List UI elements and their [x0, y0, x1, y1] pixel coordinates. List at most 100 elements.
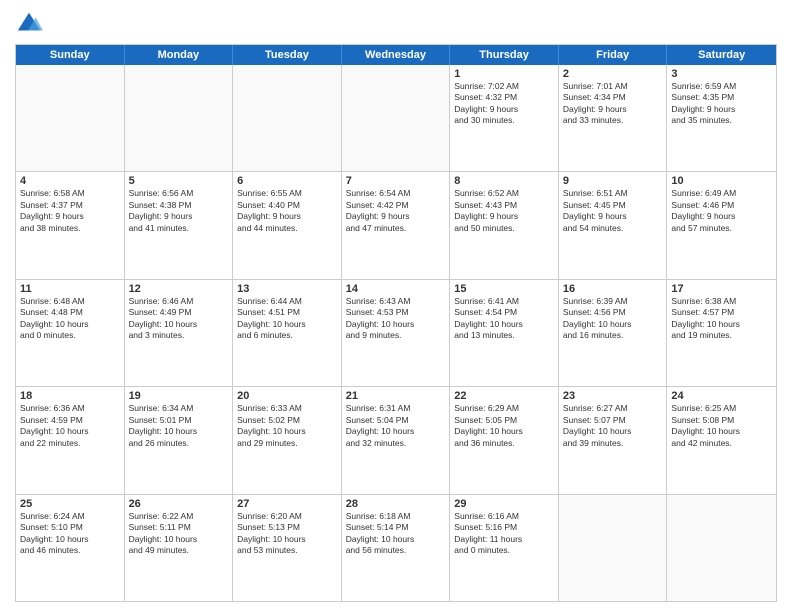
- day-number: 3: [671, 68, 772, 80]
- header-day-friday: Friday: [559, 45, 668, 65]
- day-number: 27: [237, 498, 337, 510]
- day-info: Sunrise: 6:59 AM Sunset: 4:35 PM Dayligh…: [671, 81, 772, 127]
- header-day-sunday: Sunday: [16, 45, 125, 65]
- calendar-cell: 20Sunrise: 6:33 AM Sunset: 5:02 PM Dayli…: [233, 387, 342, 493]
- day-info: Sunrise: 7:02 AM Sunset: 4:32 PM Dayligh…: [454, 81, 554, 127]
- day-info: Sunrise: 6:58 AM Sunset: 4:37 PM Dayligh…: [20, 188, 120, 234]
- calendar-cell: 12Sunrise: 6:46 AM Sunset: 4:49 PM Dayli…: [125, 280, 234, 386]
- day-number: 24: [671, 390, 772, 402]
- calendar-cell: 16Sunrise: 6:39 AM Sunset: 4:56 PM Dayli…: [559, 280, 668, 386]
- calendar-cell: 25Sunrise: 6:24 AM Sunset: 5:10 PM Dayli…: [16, 495, 125, 601]
- day-info: Sunrise: 6:43 AM Sunset: 4:53 PM Dayligh…: [346, 296, 446, 342]
- calendar-cell: 28Sunrise: 6:18 AM Sunset: 5:14 PM Dayli…: [342, 495, 451, 601]
- calendar-week-1: 1Sunrise: 7:02 AM Sunset: 4:32 PM Daylig…: [16, 65, 776, 172]
- day-number: 26: [129, 498, 229, 510]
- calendar-cell: 15Sunrise: 6:41 AM Sunset: 4:54 PM Dayli…: [450, 280, 559, 386]
- calendar-cell: 8Sunrise: 6:52 AM Sunset: 4:43 PM Daylig…: [450, 172, 559, 278]
- logo-icon: [15, 10, 43, 38]
- day-number: 15: [454, 283, 554, 295]
- day-number: 7: [346, 175, 446, 187]
- calendar-cell: 9Sunrise: 6:51 AM Sunset: 4:45 PM Daylig…: [559, 172, 668, 278]
- day-number: 4: [20, 175, 120, 187]
- day-number: 17: [671, 283, 772, 295]
- calendar-cell: 19Sunrise: 6:34 AM Sunset: 5:01 PM Dayli…: [125, 387, 234, 493]
- day-info: Sunrise: 6:39 AM Sunset: 4:56 PM Dayligh…: [563, 296, 663, 342]
- calendar-cell: 3Sunrise: 6:59 AM Sunset: 4:35 PM Daylig…: [667, 65, 776, 171]
- day-number: 2: [563, 68, 663, 80]
- day-info: Sunrise: 6:33 AM Sunset: 5:02 PM Dayligh…: [237, 403, 337, 449]
- calendar-week-2: 4Sunrise: 6:58 AM Sunset: 4:37 PM Daylig…: [16, 172, 776, 279]
- calendar-body: 1Sunrise: 7:02 AM Sunset: 4:32 PM Daylig…: [16, 65, 776, 601]
- calendar-cell: 11Sunrise: 6:48 AM Sunset: 4:48 PM Dayli…: [16, 280, 125, 386]
- day-info: Sunrise: 6:18 AM Sunset: 5:14 PM Dayligh…: [346, 511, 446, 557]
- header-day-thursday: Thursday: [450, 45, 559, 65]
- calendar-cell: 6Sunrise: 6:55 AM Sunset: 4:40 PM Daylig…: [233, 172, 342, 278]
- calendar-week-3: 11Sunrise: 6:48 AM Sunset: 4:48 PM Dayli…: [16, 280, 776, 387]
- page: SundayMondayTuesdayWednesdayThursdayFrid…: [0, 0, 792, 612]
- calendar-cell: 27Sunrise: 6:20 AM Sunset: 5:13 PM Dayli…: [233, 495, 342, 601]
- calendar-cell: 26Sunrise: 6:22 AM Sunset: 5:11 PM Dayli…: [125, 495, 234, 601]
- day-info: Sunrise: 6:25 AM Sunset: 5:08 PM Dayligh…: [671, 403, 772, 449]
- day-number: 23: [563, 390, 663, 402]
- calendar-cell: 29Sunrise: 6:16 AM Sunset: 5:16 PM Dayli…: [450, 495, 559, 601]
- day-number: 13: [237, 283, 337, 295]
- calendar-cell: 5Sunrise: 6:56 AM Sunset: 4:38 PM Daylig…: [125, 172, 234, 278]
- day-info: Sunrise: 6:48 AM Sunset: 4:48 PM Dayligh…: [20, 296, 120, 342]
- day-number: 29: [454, 498, 554, 510]
- day-info: Sunrise: 6:16 AM Sunset: 5:16 PM Dayligh…: [454, 511, 554, 557]
- calendar-week-4: 18Sunrise: 6:36 AM Sunset: 4:59 PM Dayli…: [16, 387, 776, 494]
- day-info: Sunrise: 6:34 AM Sunset: 5:01 PM Dayligh…: [129, 403, 229, 449]
- calendar-cell: 14Sunrise: 6:43 AM Sunset: 4:53 PM Dayli…: [342, 280, 451, 386]
- calendar-cell: 13Sunrise: 6:44 AM Sunset: 4:51 PM Dayli…: [233, 280, 342, 386]
- calendar-cell: 1Sunrise: 7:02 AM Sunset: 4:32 PM Daylig…: [450, 65, 559, 171]
- day-number: 16: [563, 283, 663, 295]
- day-info: Sunrise: 6:41 AM Sunset: 4:54 PM Dayligh…: [454, 296, 554, 342]
- day-number: 18: [20, 390, 120, 402]
- calendar-cell: 22Sunrise: 6:29 AM Sunset: 5:05 PM Dayli…: [450, 387, 559, 493]
- day-number: 21: [346, 390, 446, 402]
- day-info: Sunrise: 6:56 AM Sunset: 4:38 PM Dayligh…: [129, 188, 229, 234]
- calendar-cell: [667, 495, 776, 601]
- day-number: 1: [454, 68, 554, 80]
- day-info: Sunrise: 6:49 AM Sunset: 4:46 PM Dayligh…: [671, 188, 772, 234]
- day-info: Sunrise: 6:20 AM Sunset: 5:13 PM Dayligh…: [237, 511, 337, 557]
- day-info: Sunrise: 6:31 AM Sunset: 5:04 PM Dayligh…: [346, 403, 446, 449]
- day-number: 5: [129, 175, 229, 187]
- calendar-cell: 7Sunrise: 6:54 AM Sunset: 4:42 PM Daylig…: [342, 172, 451, 278]
- calendar-cell: 4Sunrise: 6:58 AM Sunset: 4:37 PM Daylig…: [16, 172, 125, 278]
- day-info: Sunrise: 6:55 AM Sunset: 4:40 PM Dayligh…: [237, 188, 337, 234]
- calendar-cell: [233, 65, 342, 171]
- day-number: 20: [237, 390, 337, 402]
- calendar-cell: 24Sunrise: 6:25 AM Sunset: 5:08 PM Dayli…: [667, 387, 776, 493]
- day-number: 22: [454, 390, 554, 402]
- day-number: 9: [563, 175, 663, 187]
- day-number: 12: [129, 283, 229, 295]
- day-info: Sunrise: 6:24 AM Sunset: 5:10 PM Dayligh…: [20, 511, 120, 557]
- day-number: 8: [454, 175, 554, 187]
- day-number: 28: [346, 498, 446, 510]
- day-info: Sunrise: 6:54 AM Sunset: 4:42 PM Dayligh…: [346, 188, 446, 234]
- calendar-cell: 23Sunrise: 6:27 AM Sunset: 5:07 PM Dayli…: [559, 387, 668, 493]
- calendar-cell: [16, 65, 125, 171]
- day-info: Sunrise: 6:27 AM Sunset: 5:07 PM Dayligh…: [563, 403, 663, 449]
- day-number: 11: [20, 283, 120, 295]
- calendar-week-5: 25Sunrise: 6:24 AM Sunset: 5:10 PM Dayli…: [16, 495, 776, 601]
- header-day-saturday: Saturday: [667, 45, 776, 65]
- day-info: Sunrise: 6:51 AM Sunset: 4:45 PM Dayligh…: [563, 188, 663, 234]
- calendar-cell: [125, 65, 234, 171]
- day-info: Sunrise: 6:36 AM Sunset: 4:59 PM Dayligh…: [20, 403, 120, 449]
- calendar-header: SundayMondayTuesdayWednesdayThursdayFrid…: [16, 45, 776, 65]
- day-info: Sunrise: 7:01 AM Sunset: 4:34 PM Dayligh…: [563, 81, 663, 127]
- day-info: Sunrise: 6:22 AM Sunset: 5:11 PM Dayligh…: [129, 511, 229, 557]
- calendar-cell: [559, 495, 668, 601]
- day-info: Sunrise: 6:38 AM Sunset: 4:57 PM Dayligh…: [671, 296, 772, 342]
- day-number: 19: [129, 390, 229, 402]
- day-number: 14: [346, 283, 446, 295]
- calendar-cell: [342, 65, 451, 171]
- day-info: Sunrise: 6:44 AM Sunset: 4:51 PM Dayligh…: [237, 296, 337, 342]
- calendar-cell: 21Sunrise: 6:31 AM Sunset: 5:04 PM Dayli…: [342, 387, 451, 493]
- day-info: Sunrise: 6:29 AM Sunset: 5:05 PM Dayligh…: [454, 403, 554, 449]
- calendar: SundayMondayTuesdayWednesdayThursdayFrid…: [15, 44, 777, 602]
- calendar-cell: 17Sunrise: 6:38 AM Sunset: 4:57 PM Dayli…: [667, 280, 776, 386]
- header-day-wednesday: Wednesday: [342, 45, 451, 65]
